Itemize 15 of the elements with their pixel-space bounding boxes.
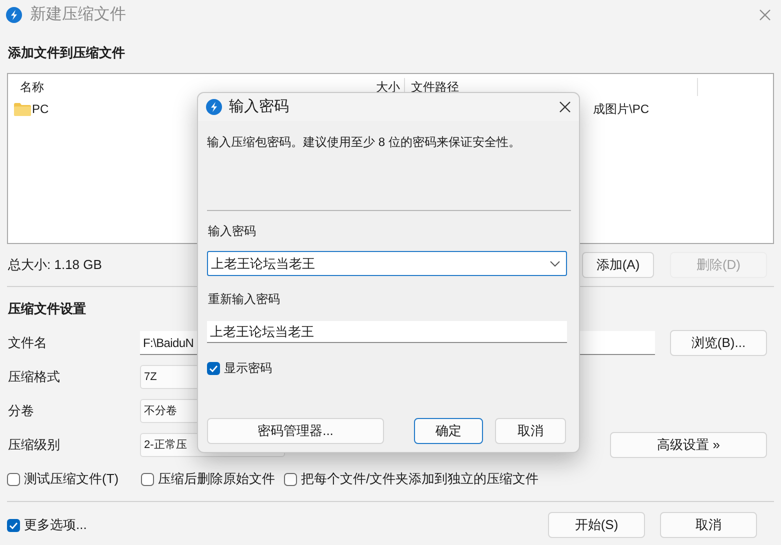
field-label: 压缩级别 [7, 436, 61, 454]
dialog-title: 输入密码 [229, 96, 289, 117]
field-label: 分卷 [7, 402, 35, 420]
file-path: 成图片\PC [593, 102, 650, 116]
total-size: 总大小: 1.18 GB [8, 256, 102, 274]
field-label: 输入密码 [207, 223, 257, 240]
field-value: 上老王论坛当老王 [211, 254, 315, 273]
section-heading: 压缩文件设置 [7, 300, 87, 318]
field-label: 文件名 [7, 334, 48, 352]
field-label: 压缩格式 [7, 368, 61, 386]
window-title: 新建压缩文件 [30, 4, 126, 25]
section-heading: 添加文件到压缩文件 [7, 44, 126, 62]
field-label: 重新输入密码 [207, 291, 281, 308]
dialog-description: 输入压缩包密码。建议使用至少 8 位的密码来保证安全性。 [207, 134, 522, 151]
file-name: PC [32, 101, 49, 118]
